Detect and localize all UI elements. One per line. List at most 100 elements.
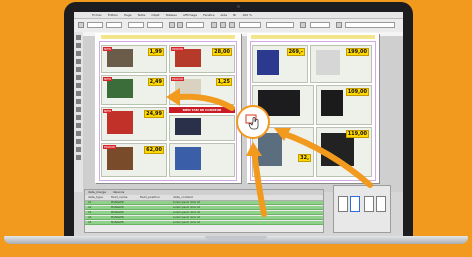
table-row[interactable]: A1 MANAGER Lorem ipsum dolor sit <box>85 201 323 205</box>
table-cell: A5 <box>88 221 92 224</box>
product-tile[interactable] <box>169 115 235 141</box>
product-image <box>315 49 340 75</box>
scissors-tool-icon[interactable] <box>76 107 81 112</box>
product-tile[interactable]: 119,00 <box>316 127 372 177</box>
laptop-notch <box>205 236 267 240</box>
stroke-weight-field[interactable] <box>239 22 261 28</box>
page-thumbnail[interactable] <box>364 196 374 212</box>
page-thumbnail[interactable] <box>338 196 348 212</box>
note-tool-icon[interactable] <box>76 131 81 136</box>
pen-tool-icon[interactable] <box>76 67 81 72</box>
camera <box>237 5 240 8</box>
zoom-level[interactable]: 100 % <box>242 13 252 17</box>
price-tag: 1,99 <box>147 48 164 56</box>
table-row[interactable]: A5 MANAGER Lorem ipsum dolor sit <box>85 221 323 225</box>
laptop: Fichier Édition Page Texte Objet Tableau… <box>0 0 472 257</box>
pencil-tool-icon[interactable] <box>76 75 81 80</box>
page-thumbnail[interactable] <box>350 196 360 212</box>
menu-item[interactable]: Texte <box>137 13 145 17</box>
product-image <box>175 147 201 170</box>
effects-icon[interactable] <box>300 22 306 28</box>
menu-item[interactable]: Fichier <box>92 13 102 17</box>
menu-item[interactable]: Tableau <box>166 13 178 17</box>
opacity-field[interactable] <box>310 22 330 28</box>
fill-icon[interactable] <box>220 22 226 28</box>
product-tile[interactable]: NEW 1,99 <box>101 45 167 73</box>
width-field[interactable] <box>128 22 144 28</box>
product-tile[interactable]: PROMO 62,00 <box>101 143 167 177</box>
product-tile[interactable] <box>169 143 235 177</box>
price-tag: 28,00 <box>212 48 232 56</box>
product-badge: NEW <box>103 109 113 113</box>
menu-item[interactable]: Page <box>124 13 131 17</box>
y-field[interactable] <box>106 22 122 28</box>
table-cell: A4 <box>88 216 92 219</box>
product-badge: NEW <box>103 77 113 81</box>
product-image <box>175 48 201 67</box>
price-tag: 62,00 <box>144 146 164 154</box>
workspace-dropdown[interactable] <box>345 22 395 28</box>
column-header[interactable]: field_name <box>111 195 127 200</box>
flip-icon[interactable] <box>211 22 217 28</box>
column-header[interactable]: field_position <box>140 195 160 200</box>
menu-item[interactable]: Affichage <box>183 13 197 17</box>
menu-item[interactable]: Fenêtre <box>203 13 214 17</box>
product-tile[interactable]: NEW 24,99 <box>101 107 167 141</box>
hand-tool-icon[interactable] <box>76 147 81 152</box>
align-icon[interactable] <box>336 22 342 28</box>
table-cell: A2 <box>88 206 92 209</box>
type-tool-icon[interactable] <box>76 59 81 64</box>
stroke-icon[interactable] <box>229 22 235 28</box>
product-tile[interactable]: NEW 2,49 <box>101 75 167 105</box>
zoom-tool-icon[interactable] <box>76 155 81 160</box>
table-cell: MANAGER <box>111 211 124 214</box>
menu-item[interactable]: Br <box>233 13 236 17</box>
rectangle-frame-tool-icon[interactable] <box>76 91 81 96</box>
page-tool-icon[interactable] <box>76 51 81 56</box>
rotate-icon[interactable] <box>169 22 175 28</box>
shear-icon[interactable] <box>177 22 183 28</box>
catalog-page-left[interactable]: NEW 1,99 PROMO 28,00 NEW 2,49 PROMO 1,25… <box>95 33 241 183</box>
product-badge: PROMO <box>171 47 185 51</box>
rectangle-tool-icon[interactable] <box>76 99 81 104</box>
product-image <box>321 89 343 117</box>
catalog-page-right[interactable]: 269,- 199,00 109,00 32, 119,00 <box>247 33 379 183</box>
free-transform-tool-icon[interactable] <box>76 115 81 120</box>
reference-point-icon[interactable] <box>78 22 84 28</box>
control-bar <box>74 19 403 33</box>
product-badge: PROMO <box>103 145 117 149</box>
table-row[interactable]: A4 MANAGER Lorem ipsum dolor sit <box>85 216 323 220</box>
product-tile[interactable]: 109,00 <box>316 85 372 125</box>
table-cell: A3 <box>88 211 92 214</box>
product-tile[interactable]: PROMO 28,00 <box>169 45 235 73</box>
column-header[interactable]: data_content <box>173 195 193 200</box>
angle-field[interactable] <box>186 22 204 28</box>
product-badge: PROMO <box>171 77 185 81</box>
menu-item[interactable]: Aide <box>220 13 227 17</box>
product-tile[interactable]: PROMO 1,25 <box>169 75 235 105</box>
table-row[interactable]: A2 MANAGER Lorem ipsum dolor sit <box>85 206 323 210</box>
product-image <box>175 118 201 136</box>
gradient-tool-icon[interactable] <box>76 123 81 128</box>
table-cell: MANAGER <box>111 206 124 209</box>
page-thumbnail[interactable] <box>376 196 386 212</box>
table-cell: MANAGER <box>111 216 124 219</box>
eyedropper-tool-icon[interactable] <box>76 139 81 144</box>
height-field[interactable] <box>147 22 163 28</box>
selection-tool-icon[interactable] <box>76 35 81 40</box>
menu-item[interactable]: Objet <box>151 13 159 17</box>
table-row[interactable]: A3 MANAGER Lorem ipsum dolor sit <box>85 211 323 215</box>
style-dropdown[interactable] <box>266 22 294 28</box>
column-header[interactable]: data_type <box>88 195 103 200</box>
hand-pointer-icon <box>236 105 270 139</box>
direct-selection-tool-icon[interactable] <box>76 43 81 48</box>
price-tag: 32, <box>298 154 311 162</box>
product-image <box>175 78 201 99</box>
table-cell: MANAGER <box>111 221 124 224</box>
product-tile[interactable]: 269,- <box>252 45 308 83</box>
line-tool-icon[interactable] <box>76 83 81 88</box>
x-field[interactable] <box>87 22 103 28</box>
product-image <box>257 132 282 167</box>
product-tile[interactable]: 199,00 <box>310 45 372 83</box>
menu-item[interactable]: Édition <box>108 13 118 17</box>
